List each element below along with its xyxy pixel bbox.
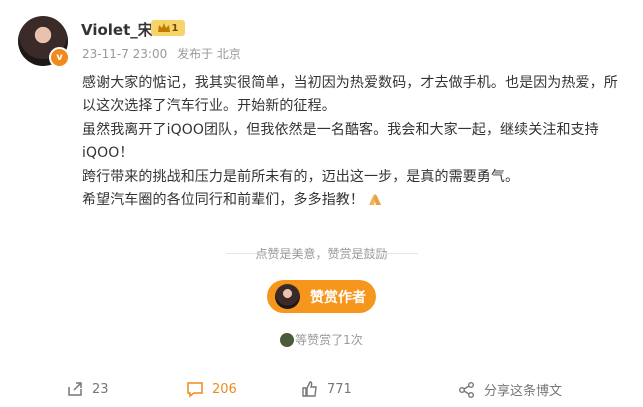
post-source: 发布于 北京 <box>177 47 241 61</box>
post-paragraph: 感谢大家的惦记，我其实很简单，当初因为热爱数码，才去做手机。也是因为热爱，所以这… <box>82 75 618 115</box>
post-paragraph: 虽然我离开了iQOO团队，但我依然是一名酷客。我会和大家一起，继续关注和支持iQ… <box>82 121 599 162</box>
reward-note: 点赞是美意，赞赏是鼓励 <box>255 247 388 261</box>
post-paragraph: 跨行带来的挑战和压力是前所未有的，迈出这一步，是真的需要勇气。 <box>82 168 520 185</box>
repost-count: 23 <box>92 381 109 397</box>
comment-icon <box>187 382 203 398</box>
comment-button[interactable]: 206 <box>186 380 237 398</box>
like-count: 771 <box>327 381 352 397</box>
post-timestamp[interactable]: 23-11-7 23:00 <box>82 47 167 61</box>
author-name[interactable]: Violet_宋 <box>81 19 153 40</box>
post-paragraph-last: 希望汽车圈的各位同行和前辈们，多多指教！ <box>82 189 622 212</box>
reward-button-label: 赞赏作者 <box>310 289 366 306</box>
divider-right <box>366 253 418 254</box>
share-label: 分享这条博文 <box>484 384 563 399</box>
reward-author-button[interactable]: 赞赏作者 <box>267 280 376 313</box>
rewarder-avatar <box>280 333 295 347</box>
like-button[interactable]: 771 <box>301 380 352 398</box>
vip-level: 1 <box>171 22 179 34</box>
author-avatar-small <box>275 284 300 309</box>
verified-badge-icon: v <box>49 47 70 68</box>
reward-count[interactable]: 等赞赏了1次 <box>0 331 643 348</box>
post-meta: 23-11-7 23:00 发布于 北京 <box>82 45 247 62</box>
vip-badge[interactable]: 1 <box>151 20 185 36</box>
post-toolbar: 23 206 771 分享这条博文 <box>0 372 643 407</box>
share-button[interactable]: 分享这条博文 <box>458 380 562 399</box>
share-icon <box>459 381 474 398</box>
pray-emoji-icon <box>369 194 381 206</box>
comment-count: 206 <box>212 381 237 397</box>
author-avatar[interactable]: v <box>18 16 70 68</box>
repost-button[interactable]: 23 <box>66 380 109 398</box>
repost-icon <box>68 382 82 396</box>
post-paragraph-text: 希望汽车圈的各位同行和前辈们，多多指教！ <box>82 192 364 209</box>
crown-icon <box>157 23 170 32</box>
post-content: 感谢大家的惦记，我其实很简单，当初因为热爱数码，才去做手机。也是因为热爱，所以这… <box>82 72 622 212</box>
reward-count-text: 等赞赏了1次 <box>295 333 363 347</box>
thumbs-up-icon <box>302 381 317 397</box>
